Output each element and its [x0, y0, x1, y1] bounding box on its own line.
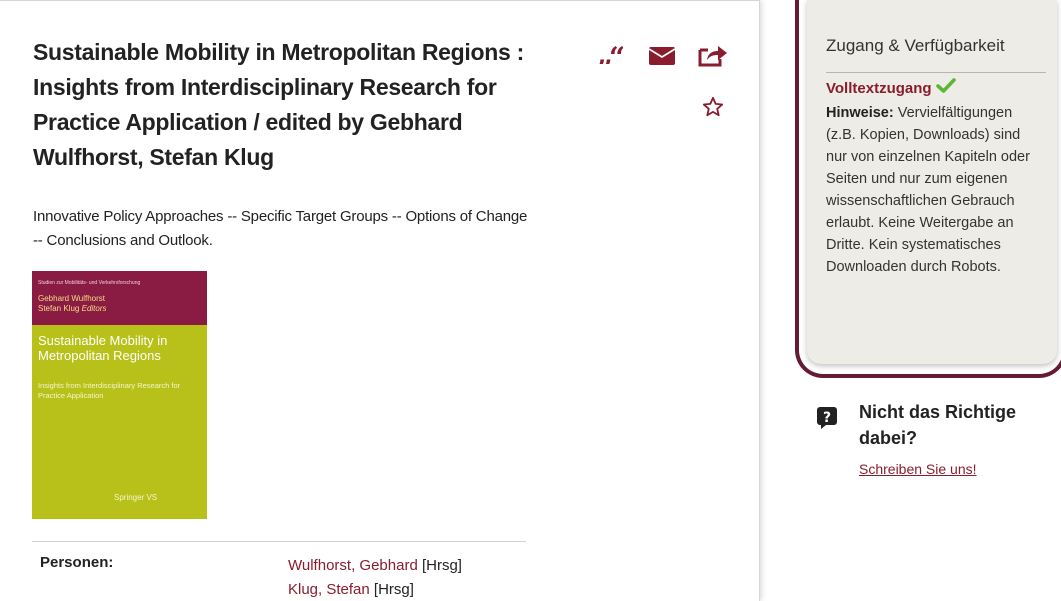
- cover-editor-2-line: Stefan Klug Editors: [38, 304, 107, 314]
- check-icon: [935, 78, 956, 98]
- notes-label: Hinweise:: [826, 105, 894, 121]
- cover-series: Studien zur Mobilitäts- und Verkehrsfors…: [38, 280, 141, 286]
- question-icon: ?: [817, 407, 837, 429]
- access-notes: Hinweise: Vervielfältigungen (z.B. Kopie…: [826, 102, 1044, 278]
- cover-publisher: Springer VS: [114, 493, 158, 502]
- cover-title: Sustainable Mobility in Metropolitan Reg…: [38, 333, 168, 363]
- share-icon[interactable]: [698, 43, 728, 67]
- access-panel: Zugang & Verfügbarkeit Volltextzugang Hi…: [795, 0, 1061, 378]
- access-rule: [826, 72, 1046, 73]
- cover-editors-suffix: Editors: [81, 304, 107, 313]
- fulltext-label: Volltextzugang: [826, 79, 932, 97]
- cover-band: Studien zur Mobilitäts- und Verkehrsfors…: [32, 271, 207, 325]
- cover-editor-2: Stefan Klug: [38, 304, 80, 313]
- cover-subtitle: Insights from Interdisciplinary Research…: [38, 381, 181, 400]
- person-link[interactable]: Klug, Stefan: [288, 581, 370, 598]
- person-role: [Hrsg]: [373, 581, 414, 598]
- star-icon[interactable]: [702, 96, 724, 118]
- cover-editor-1: Gebhard Wulfhorst: [38, 294, 105, 303]
- notes-text: Vervielfältigungen (z.B. Kopien, Downloa…: [826, 105, 1030, 275]
- persons-label: Personen:: [40, 554, 114, 571]
- contact-link[interactable]: Schreiben Sie uns!: [859, 461, 977, 477]
- quote-icon[interactable]: „ “: [597, 46, 623, 64]
- record-toolbar: „ “: [595, 41, 745, 131]
- person-link[interactable]: Wulfhorst, Gebhard: [288, 557, 418, 574]
- record-title: Sustainable Mobility in Metropolitan Reg…: [33, 39, 524, 170]
- svg-text:?: ?: [823, 410, 831, 426]
- person-entry: Klug, Stefan [Hrsg]: [288, 578, 462, 601]
- persons-list: Wulfhorst, Gebhard [Hrsg] Klug, Stefan […: [288, 554, 462, 601]
- cover-editors: Gebhard Wulfhorst Stefan Klug Editors: [38, 294, 107, 314]
- person-entry: Wulfhorst, Gebhard [Hrsg]: [288, 554, 462, 578]
- access-heading: Zugang & Verfügbarkeit: [826, 36, 1005, 55]
- person-role: [Hrsg]: [421, 557, 462, 574]
- book-cover: Studien zur Mobilitäts- und Verkehrsfors…: [32, 271, 207, 519]
- record-card: Sustainable Mobility in Metropolitan Reg…: [0, 0, 760, 601]
- fulltext-access-link[interactable]: Volltextzugang: [826, 78, 956, 98]
- record-summary: Innovative Policy Approaches -- Specific…: [33, 208, 528, 249]
- mail-icon[interactable]: [648, 46, 676, 66]
- section-divider: [32, 541, 526, 542]
- access-panel-inner: Zugang & Verfügbarkeit Volltextzugang Hi…: [807, 0, 1057, 364]
- svg-text:“: “: [609, 46, 623, 64]
- help-title: Nicht das Richtige dabei?: [859, 402, 1017, 448]
